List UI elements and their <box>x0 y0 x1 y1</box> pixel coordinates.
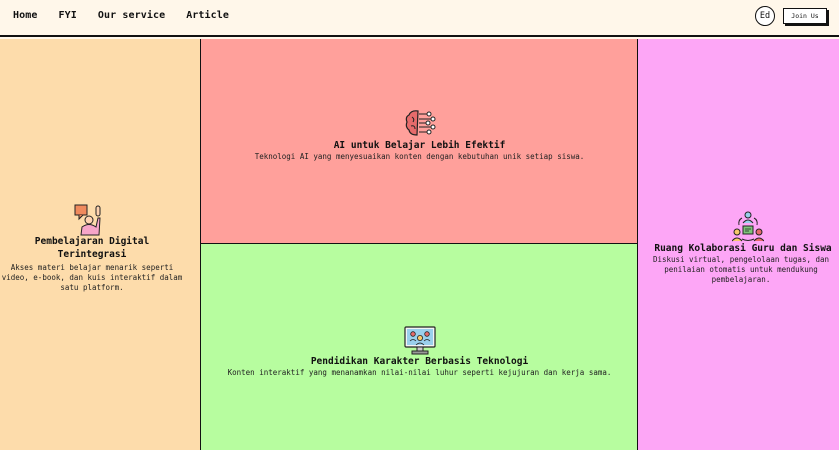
nav-our-service[interactable]: Our service <box>98 10 165 21</box>
feature-card-digital-learning: Pembelajaran Digital Terintegrasi Akses … <box>0 39 201 450</box>
top-navbar: Home FYI Our service Article Ed Join Us <box>0 0 839 37</box>
avatar[interactable]: Ed <box>755 6 775 26</box>
collaboration-icon <box>732 211 764 242</box>
collab-title: Ruang Kolaborasi Guru dan Siswa <box>654 243 832 254</box>
feature-card-collaboration: Ruang Kolaborasi Guru dan Siswa Diskusi … <box>638 39 839 450</box>
character-title: Pendidikan Karakter Berbasis Teknologi <box>310 356 529 367</box>
learning-text: Pembelajaran Digital Terintegrasi Akses … <box>0 235 184 293</box>
nav-home[interactable]: Home <box>13 10 37 21</box>
join-us-button[interactable]: Join Us <box>783 8 827 24</box>
feature-card-ai: AI untuk Belajar Lebih Efektif Teknologi… <box>201 39 638 244</box>
nav-fyi[interactable]: FYI <box>58 10 76 21</box>
feature-card-character-education: Pendidikan Karakter Berbasis Teknologi K… <box>201 244 638 450</box>
ai-text: AI untuk Belajar Lebih Efektif Teknologi… <box>201 139 637 162</box>
collab-text: Ruang Kolaborasi Guru dan Siswa Diskusi … <box>638 242 839 285</box>
ai-desc: Teknologi AI yang menyesuaikan konten de… <box>254 152 585 161</box>
monitor-people-icon <box>404 326 436 355</box>
raised-hand-icon <box>74 204 101 236</box>
learning-title: Pembelajaran Digital Terintegrasi <box>34 236 150 260</box>
ai-brain-icon <box>405 110 436 136</box>
character-text: Pendidikan Karakter Berbasis Teknologi K… <box>201 355 637 378</box>
nav-article[interactable]: Article <box>186 10 229 21</box>
character-desc: Konten interaktif yang menanamkan nilai-… <box>227 368 612 377</box>
ai-title: AI untuk Belajar Lebih Efektif <box>333 140 506 151</box>
nav-links: Home FYI Our service Article <box>13 10 250 21</box>
collab-desc: Diskusi virtual, pengelolaan tugas, dan … <box>652 255 830 284</box>
learning-desc: Akses materi belajar menarik seperti vid… <box>1 263 183 292</box>
